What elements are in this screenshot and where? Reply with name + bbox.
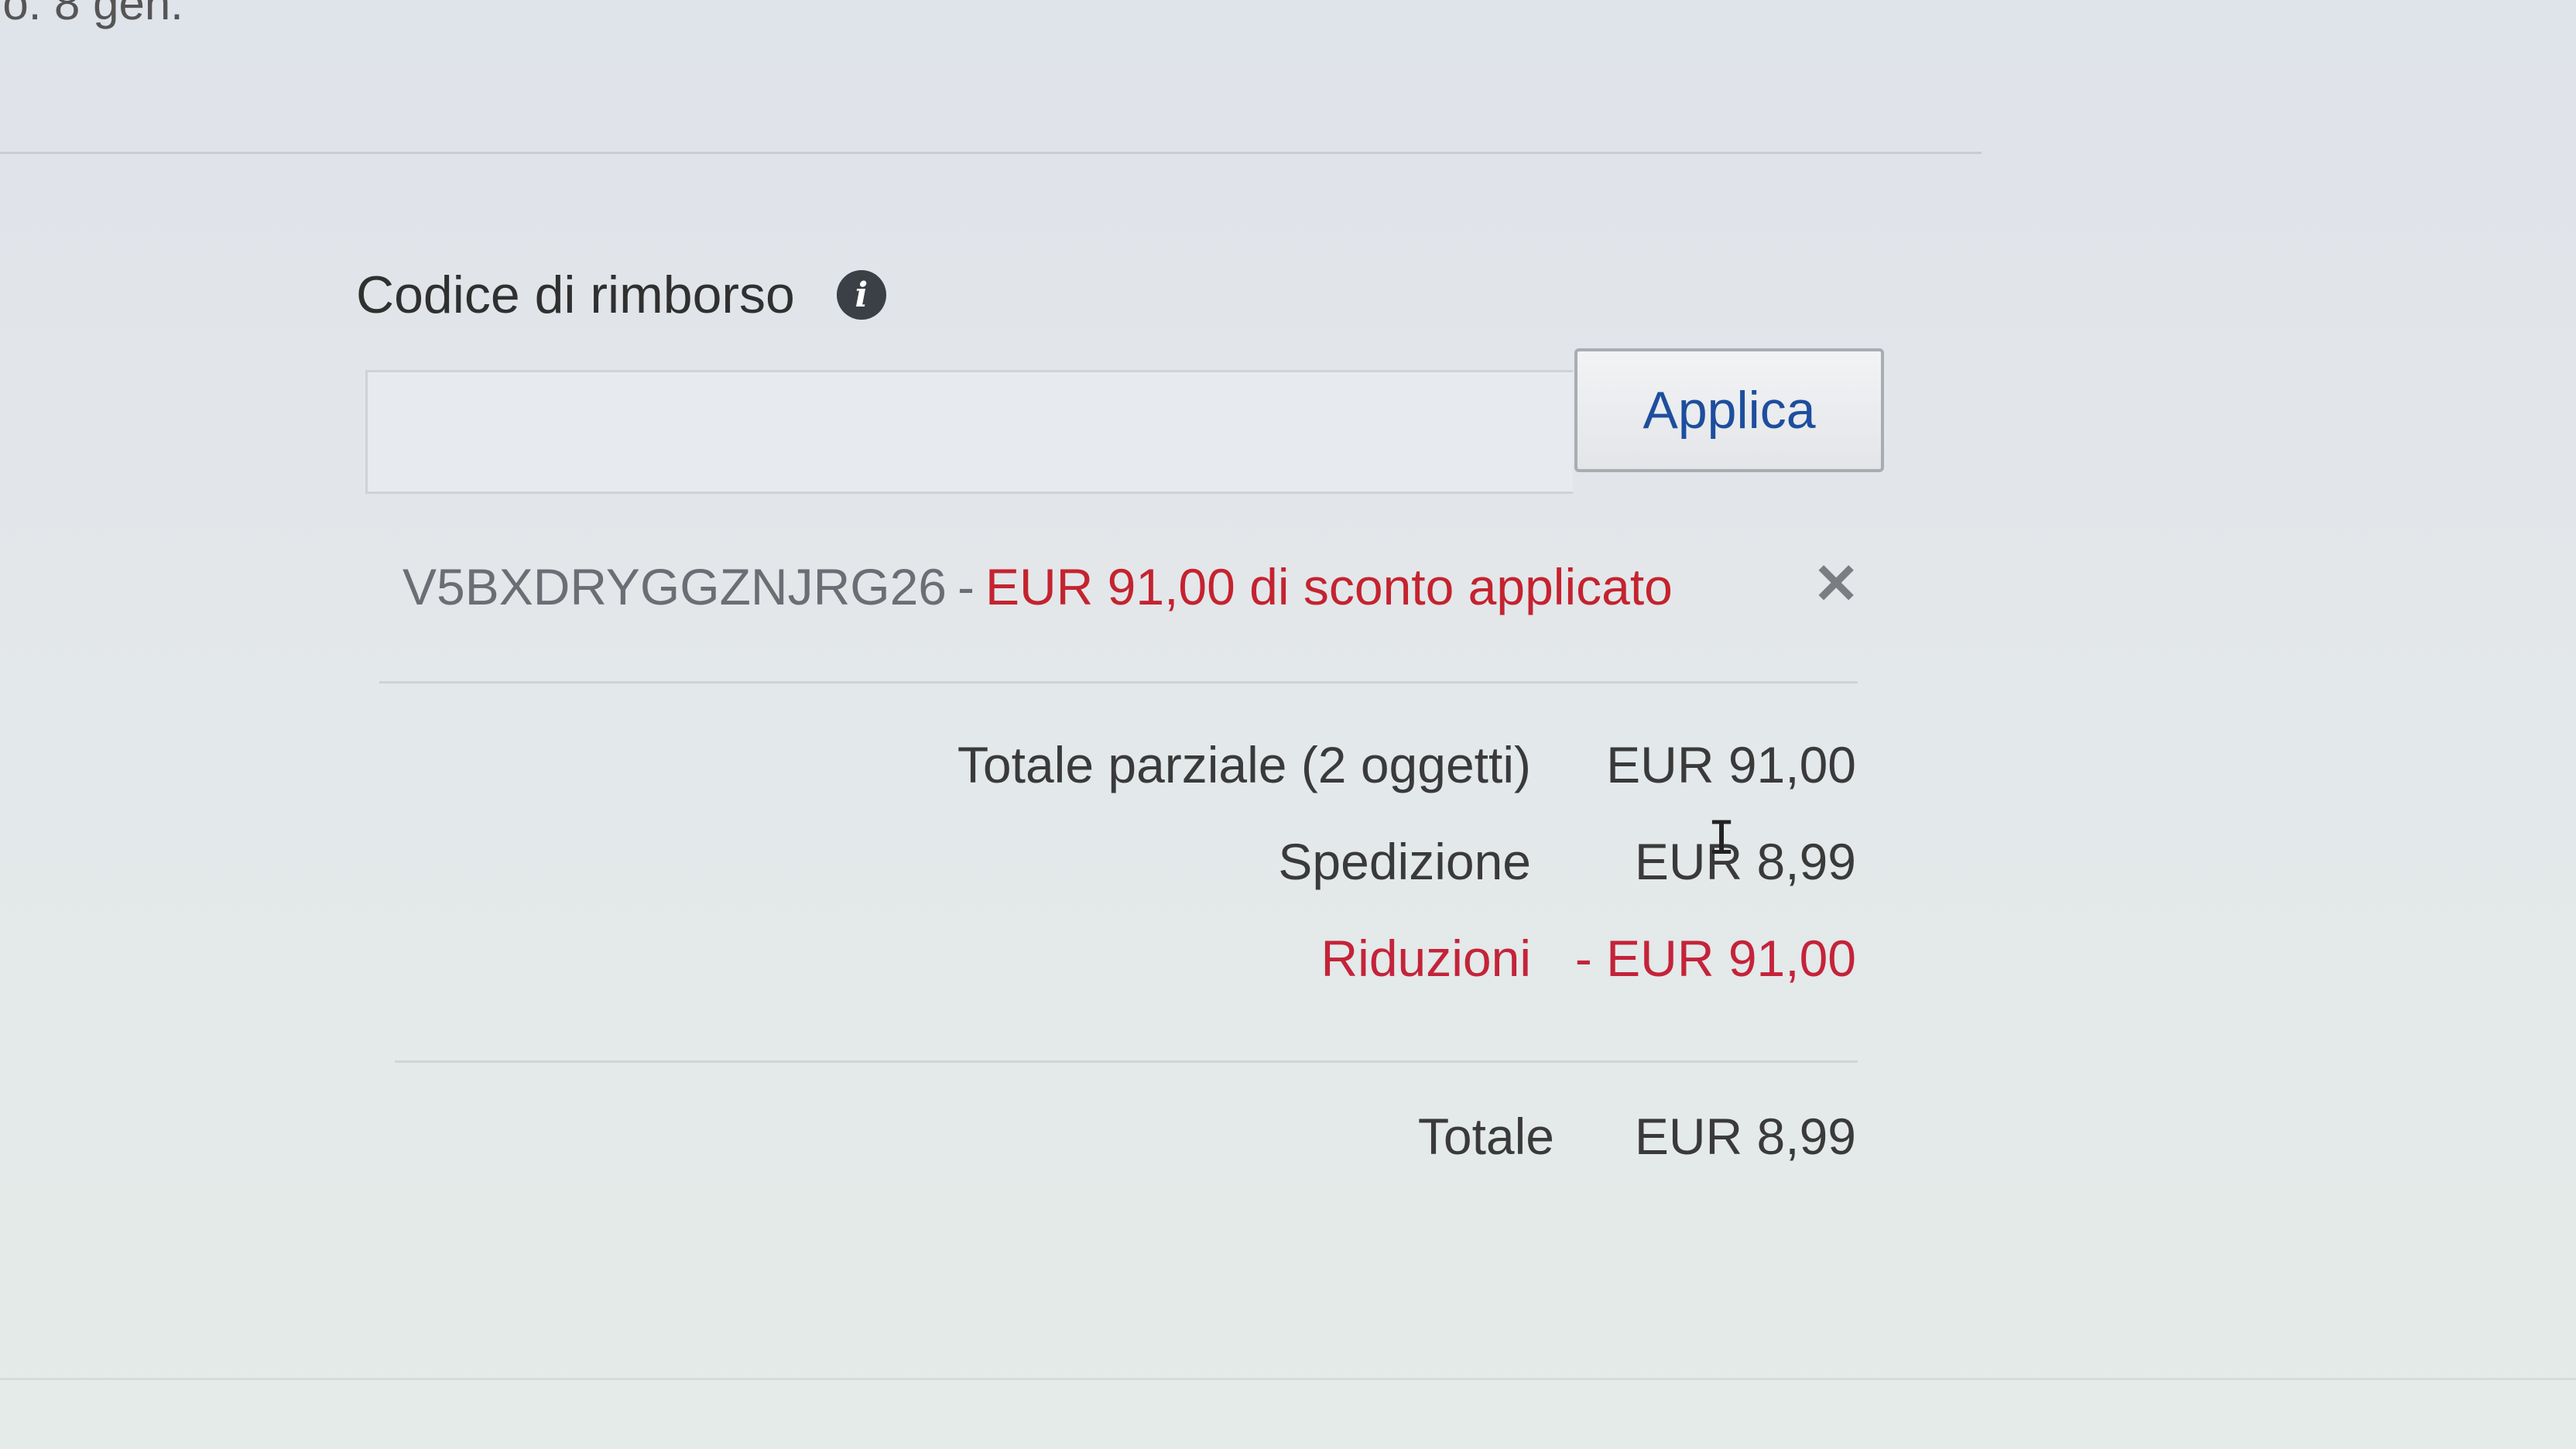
- total-row: Totale EUR 8,99: [1418, 1107, 1856, 1166]
- top-divider: [0, 152, 1982, 154]
- coupon-separator: -: [957, 558, 975, 615]
- shipping-row: Spedizione EUR 8,99: [1278, 832, 1856, 891]
- refund-code-input[interactable]: [365, 370, 1573, 494]
- subtotal-row: Totale parziale (2 oggetti) EUR 91,00: [957, 735, 1856, 794]
- bottom-divider: [0, 1378, 2576, 1380]
- text-cursor-icon: I: [1708, 811, 1736, 865]
- shipping-value: EUR 8,99: [1634, 833, 1856, 890]
- coupon-code: V5BXDRYGGZNJRG26: [402, 558, 947, 615]
- reductions-value: - EUR 91,00: [1574, 930, 1856, 987]
- total-value: EUR 8,99: [1634, 1108, 1856, 1165]
- coupon-discount-message: EUR 91,00 di sconto applicato: [985, 558, 1673, 615]
- applied-coupon: V5BXDRYGGZNJRG26 - EUR 91,00 di sconto a…: [402, 557, 1873, 616]
- refund-code-section: Codice di rimborso i: [356, 265, 886, 325]
- top-text-snippet: io. 8 gen.: [0, 0, 183, 29]
- total-label: Totale: [1417, 1108, 1554, 1165]
- total-divider: [395, 1060, 1858, 1063]
- refund-code-label: Codice di rimborso: [356, 265, 795, 324]
- reductions-label: Riduzioni: [1321, 930, 1531, 987]
- subtotal-label: Totale parziale (2 oggetti): [957, 736, 1531, 793]
- shipping-label: Spedizione: [1278, 833, 1531, 890]
- remove-coupon-icon[interactable]: ✕: [1813, 551, 1859, 616]
- coupon-divider: [379, 681, 1858, 683]
- subtotal-value: EUR 91,00: [1606, 736, 1856, 793]
- reductions-row: Riduzioni - EUR 91,00: [1321, 929, 1856, 988]
- info-icon[interactable]: i: [836, 270, 886, 320]
- apply-button[interactable]: Applica: [1574, 348, 1884, 472]
